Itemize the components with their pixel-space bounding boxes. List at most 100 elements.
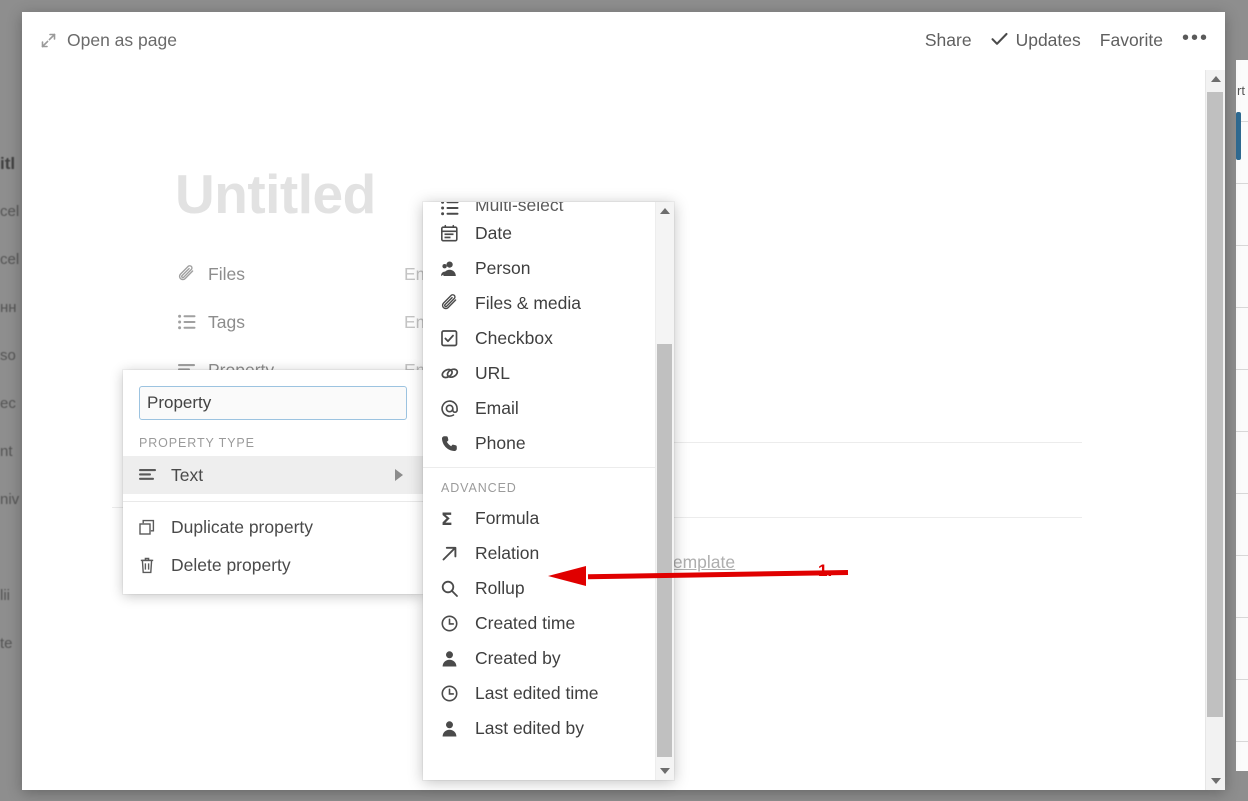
- type-option-last-edited-by[interactable]: Last edited by: [423, 711, 656, 746]
- type-option-email[interactable]: Email: [423, 391, 656, 426]
- scroll-up-button[interactable]: [1206, 70, 1225, 88]
- property-type-label: Text: [171, 464, 204, 485]
- paperclip-icon: [441, 294, 475, 312]
- background-row: [1236, 680, 1248, 742]
- property-name-input[interactable]: [139, 386, 407, 420]
- type-option-last-edited-time[interactable]: Last edited time: [423, 676, 656, 711]
- triangle-down-icon: [660, 768, 670, 774]
- sigma-icon: Σ: [441, 510, 475, 530]
- property-type-menu: Multi-select Date Person Files & media Check…: [423, 202, 674, 780]
- delete-property-label: Delete property: [171, 554, 291, 575]
- type-option-label: Created by: [475, 648, 561, 668]
- type-option-rollup[interactable]: Rollup: [423, 571, 656, 606]
- user-icon: [441, 650, 475, 667]
- type-option-formula[interactable]: Σ Formula: [423, 501, 656, 536]
- expand-diagonal-icon: [40, 32, 57, 49]
- type-option-label: Phone: [475, 433, 526, 453]
- menu-scrollbar[interactable]: [655, 202, 674, 780]
- type-option-checkbox[interactable]: Checkbox: [423, 321, 656, 356]
- link-icon: [441, 365, 475, 382]
- check-icon: [991, 30, 1008, 51]
- background-row: [1236, 184, 1248, 246]
- at-sign-icon: [441, 399, 475, 418]
- menu-scroll-up-button[interactable]: [656, 202, 674, 220]
- background-right-panel: rt: [1236, 60, 1248, 771]
- type-option-created-by[interactable]: Created by: [423, 641, 656, 676]
- type-option-label: Checkbox: [475, 328, 553, 348]
- menu-scrollbar-thumb[interactable]: [657, 344, 672, 757]
- page-scrollbar[interactable]: [1205, 70, 1225, 790]
- page-scrollbar-thumb[interactable]: [1207, 92, 1223, 717]
- property-edit-popup: PROPERTY TYPE Text Duplicate property: [123, 370, 423, 594]
- duplicate-property-button[interactable]: Duplicate property: [123, 508, 423, 546]
- multi-select-icon: [441, 202, 475, 216]
- share-button[interactable]: Share: [925, 30, 972, 51]
- caret-right-icon: [395, 469, 403, 481]
- delete-property-button[interactable]: Delete property: [123, 546, 423, 584]
- triangle-up-icon: [1210, 76, 1221, 82]
- type-option-label: URL: [475, 363, 511, 383]
- type-option-label: Files & media: [475, 293, 582, 313]
- updates-label: Updates: [1015, 30, 1081, 50]
- content-divider-top: [668, 442, 1082, 443]
- type-option-label: Last edited time: [475, 683, 599, 703]
- type-option-label: Created time: [475, 613, 576, 633]
- content-divider-bottom: [668, 517, 1082, 518]
- type-option-url[interactable]: URL: [423, 356, 656, 391]
- trash-icon: [139, 557, 171, 574]
- background-row: [1236, 246, 1248, 308]
- property-type-section-label: PROPERTY TYPE: [139, 436, 255, 450]
- favorite-label: Favorite: [1099, 30, 1163, 50]
- type-option-label: Relation: [475, 543, 540, 563]
- background-accent-bar: [1236, 112, 1241, 160]
- list-icon: [178, 314, 208, 330]
- background-row: [1236, 494, 1248, 556]
- background-row: [1236, 308, 1248, 370]
- arrow-up-right-icon: [441, 545, 475, 562]
- background-row: [1236, 370, 1248, 432]
- type-option-label: Person: [475, 258, 531, 278]
- checkbox-icon: [441, 330, 475, 347]
- person-icon: [441, 260, 475, 277]
- type-option-phone[interactable]: Phone: [423, 426, 656, 461]
- type-option-label: Date: [475, 223, 512, 243]
- duplicate-icon: [139, 519, 171, 536]
- background-row: [1236, 618, 1248, 680]
- type-option-label: Last edited by: [475, 718, 584, 738]
- menu-scroll-down-button[interactable]: [656, 762, 674, 780]
- screen: itl cel cel нн so ec nt niv lii te rt Open as pag…: [0, 0, 1248, 801]
- type-option-label: Rollup: [475, 578, 525, 598]
- property-type-current[interactable]: Text: [123, 456, 423, 494]
- triangle-up-icon: [660, 208, 670, 214]
- paperclip-icon: [178, 264, 208, 283]
- updates-button[interactable]: Updates: [991, 30, 1081, 51]
- open-as-page-label: Open as page: [67, 30, 177, 50]
- clock-icon: [441, 685, 475, 702]
- type-option-files-media[interactable]: Files & media: [423, 286, 656, 321]
- property-row-name: Files: [208, 263, 245, 284]
- scroll-down-button[interactable]: [1206, 772, 1225, 790]
- user-icon: [441, 720, 475, 737]
- type-option-relation[interactable]: Relation: [423, 536, 656, 571]
- popup-divider: [123, 501, 423, 502]
- background-row: [1236, 432, 1248, 494]
- share-label: Share: [924, 30, 972, 50]
- more-options-button[interactable]: •••: [1182, 28, 1209, 49]
- page-title[interactable]: Untitled: [175, 162, 376, 226]
- property-row-name: Tags: [208, 311, 245, 332]
- type-option-date[interactable]: Date: [423, 216, 656, 251]
- toolbar-actions: Share Updates Favorite •••: [925, 28, 1209, 51]
- favorite-button[interactable]: Favorite: [1100, 30, 1163, 51]
- template-link[interactable]: template: [668, 552, 735, 573]
- duplicate-property-label: Duplicate property: [171, 516, 314, 537]
- annotation-step-number: 1.: [818, 561, 833, 580]
- open-as-page-button[interactable]: Open as page: [40, 30, 177, 51]
- advanced-group-label: ADVANCED: [441, 481, 517, 495]
- background-row: [1236, 556, 1248, 618]
- type-option-label: Formula: [475, 508, 540, 528]
- phone-icon: [441, 435, 475, 452]
- property-name-field-wrap: [123, 386, 423, 420]
- type-option-person[interactable]: Person: [423, 251, 656, 286]
- type-option-clipped[interactable]: Multi-select: [423, 202, 656, 216]
- type-option-created-time[interactable]: Created time: [423, 606, 656, 641]
